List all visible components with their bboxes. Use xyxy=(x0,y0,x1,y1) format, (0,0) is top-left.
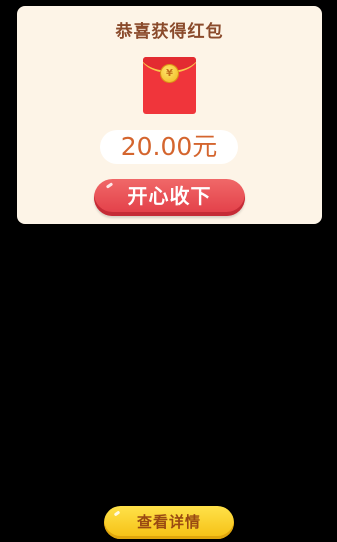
red-envelope-icon: ¥ xyxy=(143,57,196,114)
dialog-title: 恭喜获得红包 xyxy=(115,22,224,42)
reward-amount: 20.00元 xyxy=(100,130,238,164)
red-packet-dialog: 恭喜获得红包 ¥ 20.00元 开心收下 xyxy=(17,6,322,224)
accept-button-label: 开心收下 xyxy=(127,184,212,208)
screen: 恭喜获得红包 ¥ 20.00元 开心收下 查看详情 xyxy=(0,0,337,542)
accept-button[interactable]: 开心收下 xyxy=(94,179,245,216)
view-details-button[interactable]: 查看详情 xyxy=(104,506,234,539)
button-shine xyxy=(113,510,121,517)
coin-icon: ¥ xyxy=(161,65,178,82)
view-details-label: 查看详情 xyxy=(136,513,201,531)
button-shine xyxy=(105,182,114,189)
